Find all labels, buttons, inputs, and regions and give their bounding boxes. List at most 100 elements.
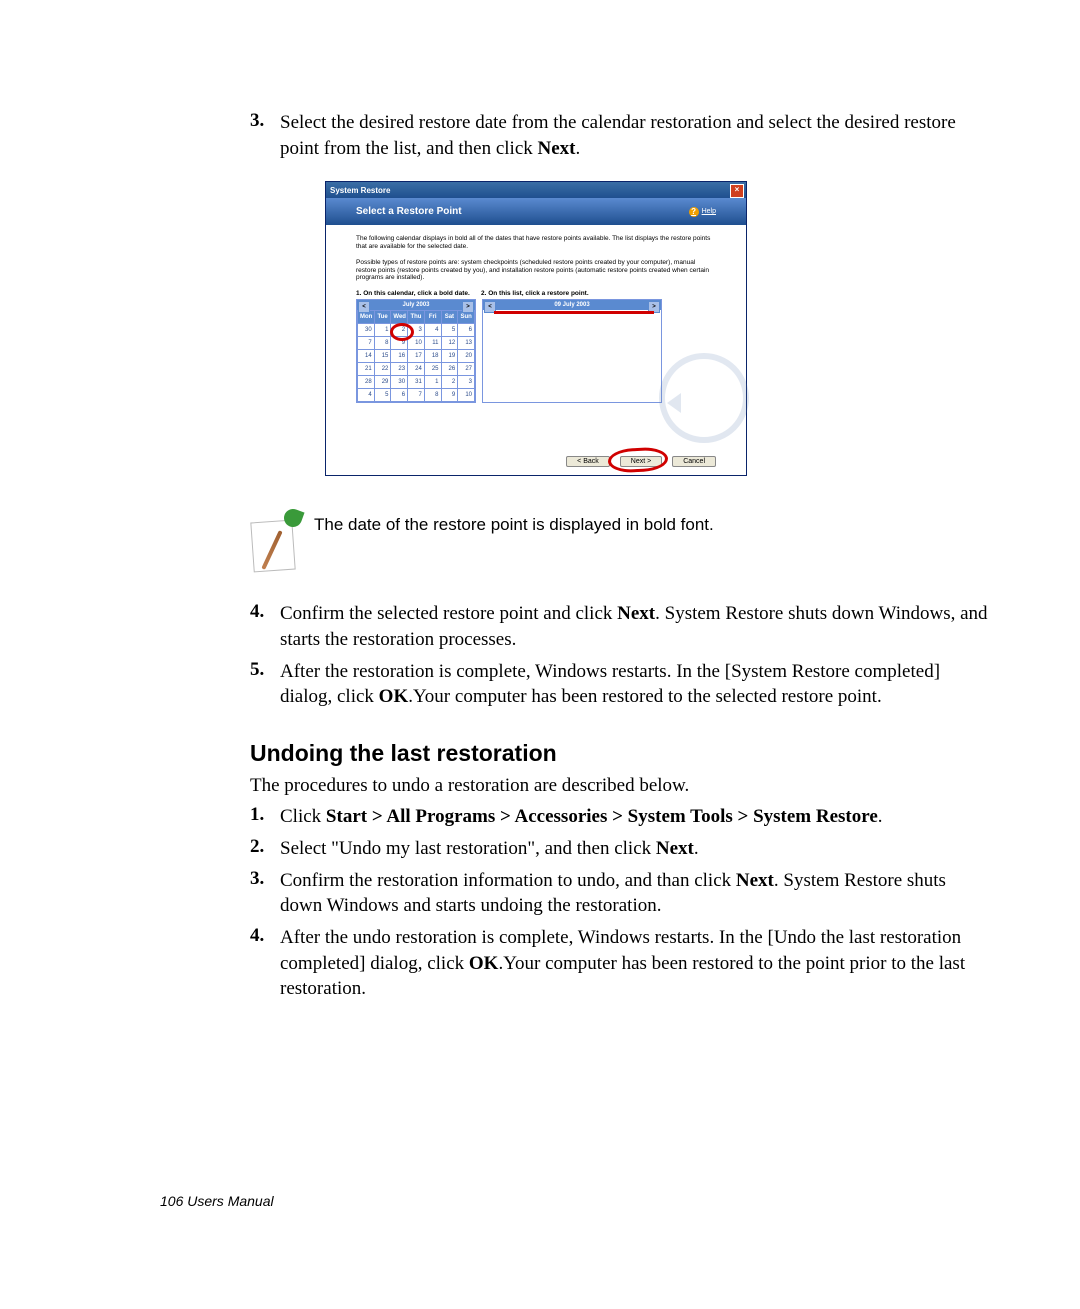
text: Select the desired restore date from the…: [280, 112, 956, 159]
calendar-cell[interactable]: 24: [408, 363, 425, 376]
calendar-cell[interactable]: 1: [374, 324, 391, 337]
step-item: 4.After the undo restoration is complete…: [250, 925, 990, 1002]
calendar-table: MonTueWedThuFriSatSun 301234567891011121…: [357, 310, 475, 402]
calendar-cell[interactable]: 26: [441, 363, 458, 376]
help-label: Help: [702, 208, 716, 215]
calendar-cell[interactable]: 29: [374, 376, 391, 389]
help-link[interactable]: ? Help: [689, 207, 716, 217]
calendar-cell[interactable]: 23: [391, 363, 408, 376]
calendar-next-icon[interactable]: >: [462, 301, 474, 313]
calendar-cell[interactable]: 15: [374, 350, 391, 363]
text: Confirm the selected restore point and c…: [280, 603, 617, 624]
calendar-cell[interactable]: 5: [374, 389, 391, 402]
window-body: The following calendar displays in bold …: [326, 225, 746, 475]
window-header: Select a Restore Point ? Help: [326, 198, 746, 225]
text: .: [694, 838, 699, 859]
calendar-cell[interactable]: 14: [358, 350, 375, 363]
calendar-cell[interactable]: 12: [441, 337, 458, 350]
calendar-cell[interactable]: 20: [458, 350, 475, 363]
calendar-cell[interactable]: 13: [458, 337, 475, 350]
next-button[interactable]: Next >: [620, 456, 662, 467]
calendar-cell[interactable]: 17: [408, 350, 425, 363]
bold-text: Start > All Programs > Accessories > Sys…: [326, 806, 878, 827]
step-item: 1.Click Start > All Programs > Accessori…: [250, 804, 990, 830]
step-body: Click Start > All Programs > Accessories…: [280, 804, 990, 830]
calendar-day-header: Thu: [408, 311, 425, 324]
calendar-cell[interactable]: 21: [358, 363, 375, 376]
button-row: < Back Next > Cancel: [566, 456, 716, 467]
back-button[interactable]: < Back: [566, 456, 610, 467]
note-icon: [250, 511, 300, 571]
calendar-cell[interactable]: 16: [391, 350, 408, 363]
calendar-cell[interactable]: 19: [441, 350, 458, 363]
calendar-cell[interactable]: 11: [424, 337, 441, 350]
body-para-2: Possible types of restore points are: sy…: [356, 259, 716, 282]
steps-middle: 4.Confirm the selected restore point and…: [250, 601, 990, 710]
calendar-cell[interactable]: 30: [358, 324, 375, 337]
step-body: After the undo restoration is complete, …: [280, 925, 990, 1002]
label-calendar: 1. On this calendar, click a bold date.: [356, 290, 481, 297]
calendar-cell[interactable]: 22: [374, 363, 391, 376]
section-intro: The procedures to undo a restoration are…: [250, 773, 990, 799]
help-icon: ?: [689, 207, 699, 217]
bold-text: Next: [736, 870, 774, 891]
calendar-cell[interactable]: 3: [408, 324, 425, 337]
calendar-cell[interactable]: 27: [458, 363, 475, 376]
cancel-button[interactable]: Cancel: [672, 456, 716, 467]
calendar-cell[interactable]: 8: [424, 389, 441, 402]
bold-text: Next: [656, 838, 694, 859]
step-item: 2.Select "Undo my last restoration", and…: [250, 836, 990, 862]
note: The date of the restore point is display…: [250, 511, 990, 571]
calendar-day-header: Sat: [441, 311, 458, 324]
calendar-cell[interactable]: 28: [358, 376, 375, 389]
text: .Your computer has been restored to the …: [408, 686, 881, 707]
step-item: 3.Select the desired restore date from t…: [250, 110, 990, 161]
step-item: 5.After the restoration is complete, Win…: [250, 659, 990, 710]
steps-bottom: 1.Click Start > All Programs > Accessori…: [250, 804, 990, 1001]
step-body: Confirm the selected restore point and c…: [280, 601, 990, 652]
calendar-day-header: Fri: [424, 311, 441, 324]
step-item: 3.Confirm the restoration information to…: [250, 868, 990, 919]
calendar-cell[interactable]: 3: [458, 376, 475, 389]
step-number: 4.: [250, 925, 280, 1002]
calendar-cell[interactable]: 2: [441, 376, 458, 389]
calendar-prev-icon[interactable]: <: [358, 301, 370, 313]
window-title: System Restore: [330, 186, 390, 195]
panel-labels: 1. On this calendar, click a bold date. …: [356, 290, 716, 297]
step-body: After the restoration is complete, Windo…: [280, 659, 990, 710]
label-list: 2. On this list, click a restore point.: [481, 290, 589, 297]
calendar-cell[interactable]: 6: [458, 324, 475, 337]
page: 3. Select the desired restore date from t…: [0, 0, 1080, 1309]
calendar-cell[interactable]: 5: [441, 324, 458, 337]
page-footer: 106 Users Manual: [160, 1193, 274, 1209]
section-heading: Undoing the last restoration: [250, 740, 990, 767]
calendar-cell[interactable]: 7: [358, 337, 375, 350]
calendar-cell[interactable]: 9: [441, 389, 458, 402]
calendar-cell[interactable]: 7: [408, 389, 425, 402]
calendar-cell[interactable]: 9: [391, 337, 408, 350]
restore-list-header: < 09 July 2003 >: [483, 300, 661, 310]
calendar-cell[interactable]: 6: [391, 389, 408, 402]
text: Confirm the restoration information to u…: [280, 870, 736, 891]
calendar-cell[interactable]: 8: [374, 337, 391, 350]
bold-text: Next: [617, 603, 655, 624]
calendar-cell[interactable]: 10: [408, 337, 425, 350]
close-icon[interactable]: ×: [730, 184, 744, 198]
calendar-cell[interactable]: 2: [391, 324, 408, 337]
step-body: Confirm the restoration information to u…: [280, 868, 990, 919]
calendar-cell[interactable]: 1: [424, 376, 441, 389]
calendar-cell[interactable]: 25: [424, 363, 441, 376]
calendar-cell[interactable]: 10: [458, 389, 475, 402]
text: Select "Undo my last restoration", and t…: [280, 838, 656, 859]
calendar-day-header: Tue: [374, 311, 391, 324]
panels: < July 2003 > MonTueWedThuFriSatSun 3012…: [356, 299, 716, 403]
calendar-cell[interactable]: 4: [358, 389, 375, 402]
calendar[interactable]: < July 2003 > MonTueWedThuFriSatSun 3012…: [356, 299, 476, 403]
body-para-1: The following calendar displays in bold …: [356, 235, 716, 251]
calendar-cell[interactable]: 31: [408, 376, 425, 389]
restore-point-list[interactable]: < 09 July 2003 >: [482, 299, 662, 403]
calendar-cell[interactable]: 18: [424, 350, 441, 363]
calendar-cell[interactable]: 30: [391, 376, 408, 389]
calendar-day-header: Wed: [391, 311, 408, 324]
calendar-cell[interactable]: 4: [424, 324, 441, 337]
